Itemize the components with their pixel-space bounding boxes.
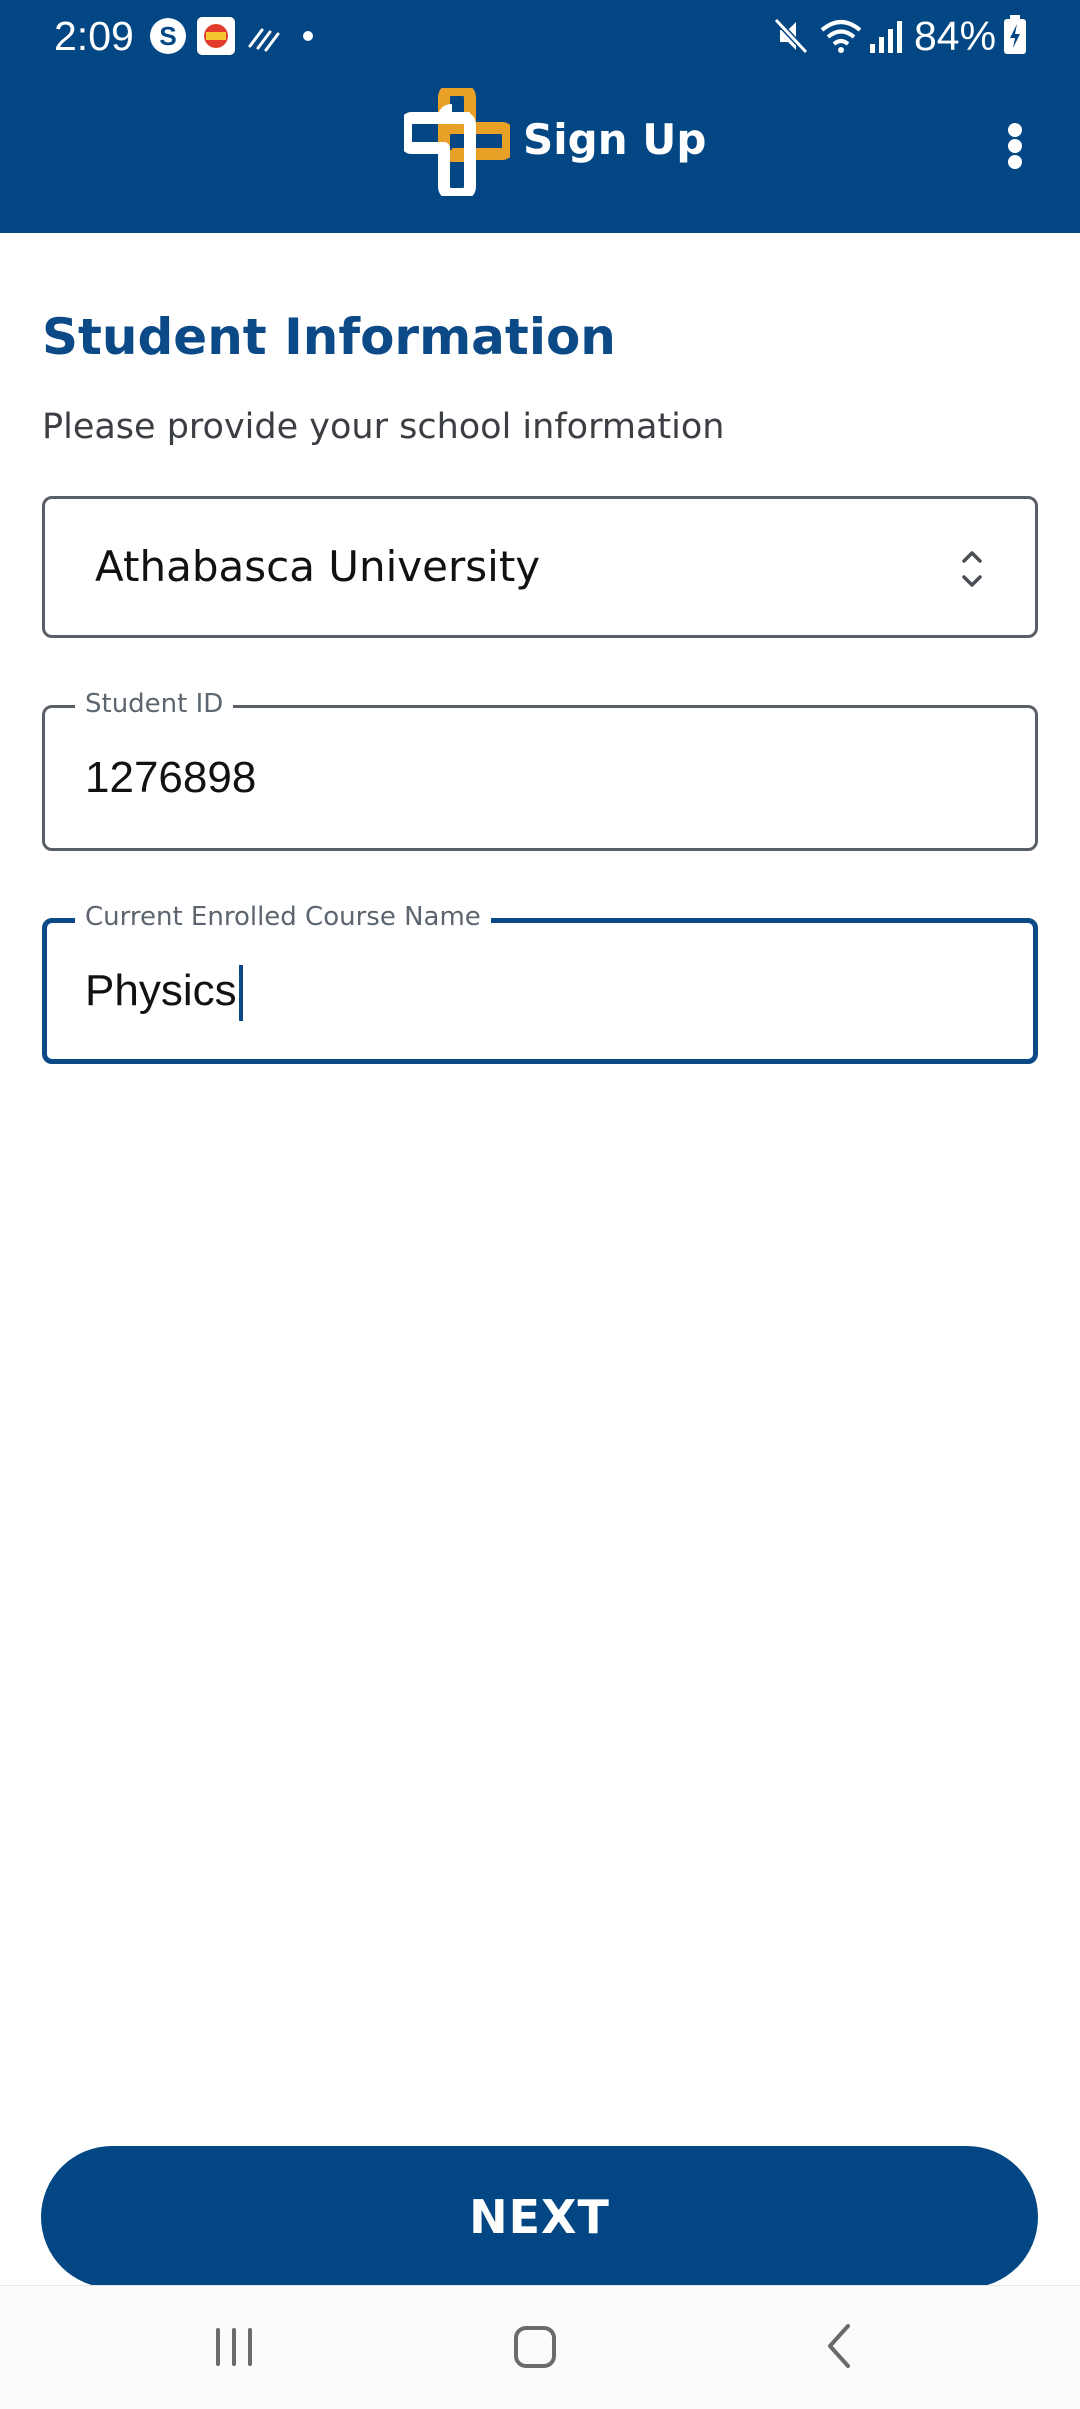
cell-signal-icon (870, 21, 902, 53)
course-name-value: Physics (85, 966, 237, 1015)
skype-icon: S (150, 18, 186, 54)
more-vertical-icon[interactable] (995, 115, 1037, 175)
student-id-value: 1276898 (85, 753, 257, 802)
dot-icon (303, 31, 313, 41)
page-subtitle: Please provide your school information (42, 407, 725, 447)
app-bar: 2:09 S 84% Sign Up (0, 0, 1080, 233)
svg-text:S: S (159, 21, 176, 51)
recents-icon[interactable] (212, 2316, 256, 2376)
cross-logo-icon (404, 88, 510, 196)
game-app-icon (197, 17, 235, 55)
mute-icon (773, 17, 809, 55)
battery-percent: 84% (914, 13, 997, 59)
home-icon[interactable] (510, 2316, 560, 2376)
wifi-icon (820, 20, 862, 53)
school-select-value: Athabasca University (95, 542, 541, 591)
next-button[interactable]: NEXT (41, 2146, 1038, 2288)
student-id-label: Student ID (75, 686, 234, 722)
status-time: 2:09 (54, 13, 134, 59)
app-title: Sign Up (523, 115, 707, 164)
text-cursor (238, 965, 243, 1022)
course-name-field[interactable]: Current Enrolled Course Name Physics (42, 899, 1038, 1064)
course-name-input-line: Physics (85, 961, 243, 1022)
back-icon[interactable] (820, 2316, 860, 2376)
system-nav-bar (0, 2285, 1080, 2409)
battery-charging-icon (1004, 15, 1026, 54)
course-name-label: Current Enrolled Course Name (75, 899, 491, 935)
signal-waves-icon (248, 28, 280, 52)
school-select[interactable]: Athabasca University (42, 496, 1038, 638)
student-id-field[interactable]: Student ID 1276898 (42, 686, 1038, 851)
page-title: Student Information (42, 308, 616, 366)
up-down-arrows-icon (962, 551, 982, 587)
